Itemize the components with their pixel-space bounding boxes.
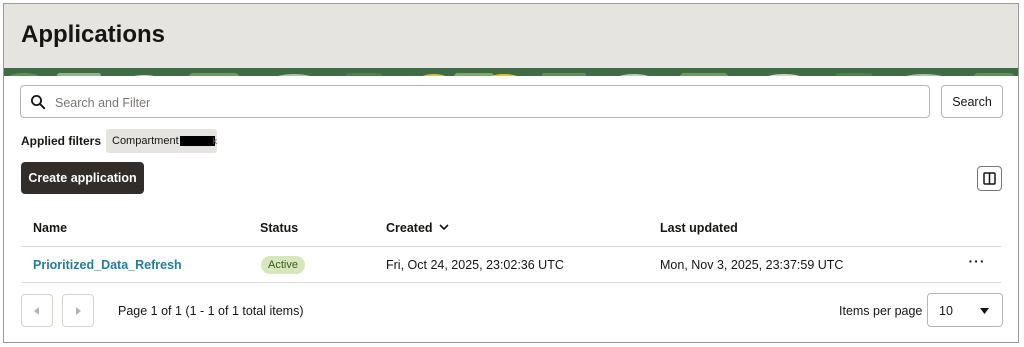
items-per-page-select[interactable]: 10	[927, 293, 1003, 327]
column-header-name[interactable]: Name	[33, 221, 67, 235]
column-header-created[interactable]: Created	[386, 221, 433, 235]
last-updated-cell: Mon, Nov 3, 2025, 23:37:59 UTC	[660, 258, 844, 272]
search-button[interactable]: Search	[941, 85, 1003, 118]
caret-down-icon	[980, 308, 989, 314]
columns-toggle-button[interactable]	[977, 166, 1002, 191]
created-cell: Fri, Oct 24, 2025, 23:02:36 UTC	[386, 258, 564, 272]
header-divider	[21, 246, 1001, 247]
caret-right-icon	[76, 306, 81, 315]
caret-left-icon	[34, 306, 39, 315]
create-application-button[interactable]: Create application	[21, 162, 144, 194]
chevron-down-icon[interactable]	[439, 223, 449, 231]
previous-page-button[interactable]	[21, 294, 53, 327]
columns-icon	[983, 172, 996, 185]
column-header-status[interactable]: Status	[260, 221, 298, 235]
filter-chip-suffix: k	[212, 136, 218, 146]
search-icon	[31, 95, 46, 110]
applied-filters-label: Applied filters	[21, 134, 102, 148]
search-input[interactable]	[53, 86, 917, 119]
search-box[interactable]	[20, 85, 930, 119]
column-header-last-updated[interactable]: Last updated	[660, 221, 738, 235]
items-per-page-value: 10	[939, 304, 953, 318]
application-name-link[interactable]: Prioritized_Data_Refresh	[33, 258, 182, 272]
filter-chip-label: Compartment	[112, 135, 179, 147]
items-per-page-label: Items per page	[839, 304, 923, 318]
decorative-banner	[4, 68, 1018, 76]
redacted-block	[179, 136, 215, 146]
pagination-summary: Page 1 of 1 (1 - 1 of 1 total items)	[118, 304, 304, 318]
next-page-button[interactable]	[62, 294, 94, 327]
status-badge: Active	[261, 256, 305, 274]
row-actions-menu[interactable]: ···	[968, 254, 986, 272]
row-divider	[21, 282, 1001, 283]
app-frame: Applications Search and Filter Search Ap…	[3, 3, 1019, 343]
page-title: Applications	[21, 21, 166, 48]
compartment-filter-chip[interactable]: Compartment k	[106, 129, 217, 153]
leaf-pattern-icon	[4, 69, 1018, 76]
page-header: Applications	[4, 4, 1018, 68]
